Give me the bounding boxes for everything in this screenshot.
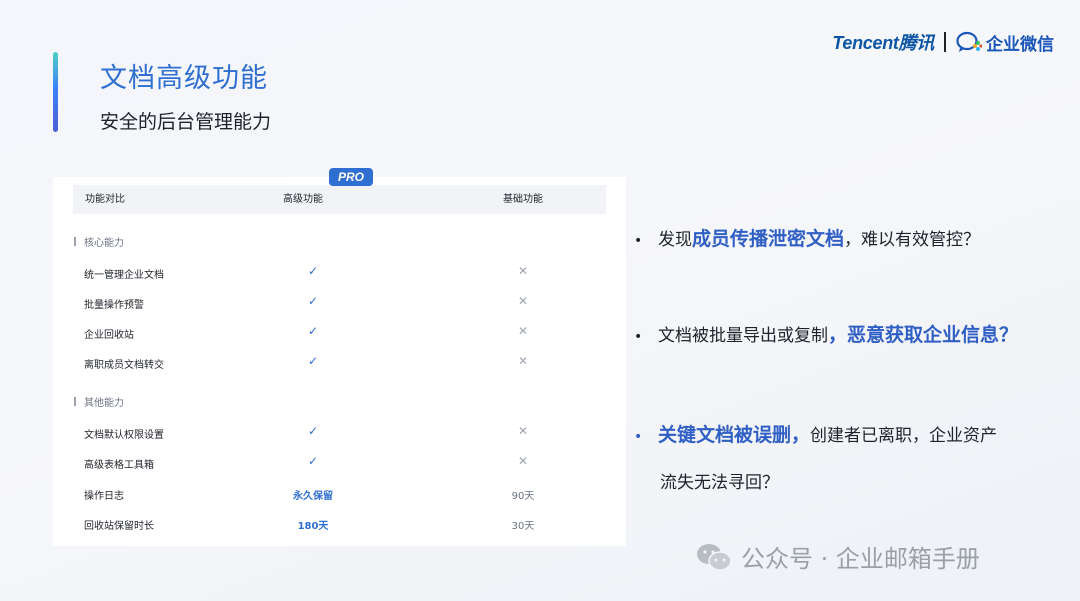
column-header-feature: 功能对比 bbox=[85, 194, 125, 205]
cross-icon: ✕ bbox=[517, 354, 529, 368]
section-label-text: 核心能力 bbox=[84, 238, 124, 249]
bullet-dot: • bbox=[634, 329, 643, 345]
watermark-text: 公众号 · 企业邮箱手册 bbox=[741, 545, 980, 573]
slide: 文档高级功能 安全的后台管理能力 Tencent腾讯 企业微信 功能对比 高级功… bbox=[0, 0, 1080, 601]
wecom-logo-text: 企业微信 bbox=[986, 34, 1054, 55]
bullet-item: • 关键文档被误删，创建者已离职，企业资产 bbox=[634, 420, 997, 447]
section-label-other: 其他能力 bbox=[74, 394, 124, 409]
check-icon: ✓ bbox=[307, 454, 319, 468]
bullet-item: • 发现成员传播泄密文档，难以有效管控？ bbox=[634, 224, 980, 251]
bullet-item: • 文档被批量导出或复制，恶意获取企业信息？ bbox=[634, 320, 1018, 347]
table-row-name: 企业回收站 bbox=[84, 330, 134, 341]
table-row-name: 操作日志 bbox=[84, 491, 124, 502]
bullet-dot: • bbox=[634, 429, 643, 445]
check-icon: ✓ bbox=[307, 324, 319, 338]
bullet-text: 文档被批量导出或复制 bbox=[658, 326, 828, 346]
bullet-continuation: 流失无法寻回？ bbox=[660, 473, 779, 493]
cross-icon: ✕ bbox=[517, 424, 529, 438]
check-icon: ✓ bbox=[307, 354, 319, 368]
wecom-logo: 企业微信 bbox=[956, 30, 1054, 55]
wecom-icon bbox=[956, 31, 982, 52]
check-icon: ✓ bbox=[307, 294, 319, 308]
cross-icon: ✕ bbox=[517, 454, 529, 468]
wechat-icon bbox=[697, 543, 732, 571]
section-label-core: 核心能力 bbox=[74, 234, 124, 249]
table-cell-basic: 90天 bbox=[511, 491, 535, 502]
bullet-text: 创建者已离职，企业资产 bbox=[810, 426, 998, 446]
bullet-highlight: 成员传播泄密文档 bbox=[692, 228, 845, 250]
page-subtitle: 安全的后台管理能力 bbox=[100, 111, 272, 133]
cross-icon: ✕ bbox=[517, 294, 529, 308]
table-row-name: 文档默认权限设置 bbox=[84, 430, 164, 441]
check-icon: ✓ bbox=[307, 424, 319, 438]
tencent-logo: Tencent腾讯 bbox=[832, 33, 934, 53]
table-row-name: 批量操作预警 bbox=[84, 300, 144, 311]
bullet-dot: • bbox=[634, 233, 643, 249]
logo-divider bbox=[944, 32, 946, 52]
table-cell-basic: 30天 bbox=[511, 521, 535, 532]
pro-badge: PRO bbox=[329, 168, 373, 186]
brand-logos: Tencent腾讯 企业微信 bbox=[832, 30, 1054, 55]
section-marker bbox=[74, 237, 76, 246]
table-row-name: 统一管理企业文档 bbox=[84, 270, 164, 281]
bullet-highlight: ，恶意获取企业信息？ bbox=[828, 324, 1019, 346]
column-header-basic: 基础功能 bbox=[503, 194, 543, 205]
table-cell-advanced: 180天 bbox=[297, 521, 329, 532]
title-accent-bar bbox=[53, 52, 58, 132]
table-cell-advanced: 永久保留 bbox=[293, 491, 333, 502]
cross-icon: ✕ bbox=[517, 264, 529, 278]
page-title: 文档高级功能 bbox=[100, 63, 268, 94]
section-marker bbox=[74, 397, 76, 406]
table-header: 功能对比 高级功能 基础功能 bbox=[73, 185, 606, 214]
table-row-name: 高级表格工具箱 bbox=[84, 460, 154, 471]
table-row-name: 离职成员文档转交 bbox=[84, 360, 164, 371]
watermark: 公众号 · 企业邮箱手册 bbox=[695, 539, 980, 574]
cross-icon: ✕ bbox=[517, 324, 529, 338]
column-header-advanced: 高级功能 bbox=[283, 194, 323, 205]
table-row-name: 回收站保留时长 bbox=[84, 521, 154, 532]
check-icon: ✓ bbox=[307, 264, 319, 278]
section-label-text: 其他能力 bbox=[84, 398, 124, 409]
bullet-text: 发现 bbox=[658, 230, 692, 250]
bullet-highlight: 关键文档被误删， bbox=[658, 424, 811, 446]
bullet-text: ，难以有效管控？ bbox=[844, 230, 981, 250]
